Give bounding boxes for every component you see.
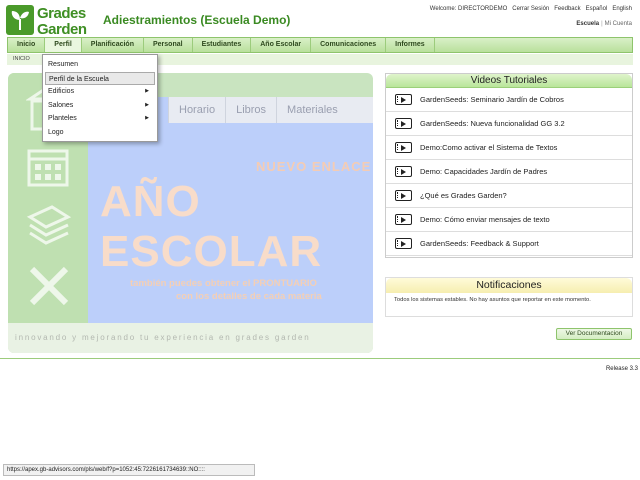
video-tutorials-panel: Videos Tutoriales GardenSeeds: Seminario…: [385, 73, 633, 258]
tutorial-label: ¿Qué es Grades Garden?: [420, 191, 507, 200]
menu-item-label: Perfil de la Escuela: [49, 75, 109, 83]
mi-cuenta-link[interactable]: Mi Cuenta: [605, 21, 632, 27]
video-icon: [395, 142, 412, 153]
welcome-text: Welcome: DIRECTORDEMO: [429, 6, 508, 12]
tutorial-item[interactable]: GardenSeeds: Feedback & Support: [386, 232, 632, 256]
tutorial-item[interactable]: GardenSeeds: Nueva funcionalidad GG 3.2: [386, 112, 632, 136]
nav-perfil[interactable]: Perfil: [45, 38, 82, 52]
notifications-panel: Notificaciones Todos los sistemas establ…: [385, 277, 633, 317]
tutorial-label: Demo:Como activar el Sistema de Textos: [420, 143, 558, 152]
tutorial-item[interactable]: Demo: Capacidades Jardín de Padres: [386, 160, 632, 184]
banner-tab-materiales: Materiales: [276, 97, 348, 123]
tutorial-label: GardenSeeds: Nueva funcionalidad GG 3.2: [420, 119, 565, 128]
banner-tabs: Horario Libros Materiales: [168, 97, 373, 123]
menu-item-perfil-escuela[interactable]: Perfil de la Escuela: [45, 71, 155, 85]
banner-kicker: NUEVO ENLACE: [256, 159, 372, 174]
tutorial-item[interactable]: Demo:Como activar el Sistema de Textos: [386, 136, 632, 160]
video-icon: [395, 238, 412, 249]
calendar-icon: [27, 149, 69, 187]
footer-divider: [0, 358, 640, 359]
nav-inicio[interactable]: Inicio: [8, 38, 46, 52]
video-icon: [395, 94, 412, 105]
tutorial-item[interactable]: Demo: Cómo enviar mensajes de texto: [386, 208, 632, 232]
logout-link[interactable]: Cerrar Sesión: [512, 6, 549, 12]
nav-comunicaciones[interactable]: Comunicaciones: [311, 38, 387, 52]
banner-subtext-1: también puedes obtener el PRONTUARIO: [130, 278, 317, 289]
app-title: Adiestramientos (Escuela Demo): [103, 13, 291, 27]
grades-garden-logo[interactable]: Grades Garden: [6, 5, 94, 37]
nav-informes[interactable]: Informes: [386, 38, 435, 52]
account-switch: Escuela | Mi Cuenta: [576, 21, 632, 27]
menu-item-label: Planteles: [48, 115, 77, 122]
nav-ano-escolar[interactable]: Año Escolar: [251, 38, 312, 52]
pencil-ruler-icon: [29, 266, 69, 306]
link-separator: |: [601, 21, 603, 27]
tutorial-item[interactable]: GardenSeeds: Seminario Jardín de Cobros: [386, 88, 632, 112]
feedback-link[interactable]: Feedback: [554, 6, 580, 12]
tutorial-label: Demo: Capacidades Jardín de Padres: [420, 167, 548, 176]
banner-tab-libros: Libros: [225, 97, 276, 123]
submenu-arrow-icon: ▶: [145, 101, 149, 108]
escuela-link[interactable]: Escuela: [576, 21, 599, 27]
tutorials-title: Videos Tutoriales: [386, 74, 632, 88]
tutorial-item[interactable]: ¿Qué es Grades Garden?: [386, 184, 632, 208]
lang-en-link[interactable]: English: [612, 6, 632, 12]
page: Grades Garden Adiestramientos (Escuela D…: [0, 0, 640, 480]
banner-headline: AÑO ESCOLAR: [100, 177, 323, 276]
top-links: Welcome: DIRECTORDEMO Cerrar Sesión Feed…: [430, 6, 632, 12]
release-version: Release 3.3: [605, 366, 638, 372]
nav-estudiantes[interactable]: Estudiantes: [193, 38, 252, 52]
nav-personal[interactable]: Personal: [144, 38, 193, 52]
submenu-arrow-icon: ▶: [145, 88, 149, 94]
video-icon: [395, 166, 412, 177]
lang-es-link[interactable]: Español: [586, 6, 608, 12]
main-nav: Inicio Perfil Planificación Personal Est…: [7, 37, 633, 53]
brand-line-2: Garden: [37, 21, 87, 38]
menu-item-label: Salones: [48, 101, 74, 109]
video-icon: [395, 190, 412, 201]
nav-planificacion[interactable]: Planificación: [82, 38, 144, 52]
tutorial-label: GardenSeeds: Seminario Jardín de Cobros: [420, 95, 564, 104]
menu-item-label: Logo: [48, 128, 64, 136]
video-icon: [395, 118, 412, 129]
submenu-arrow-icon: ▶: [145, 115, 149, 121]
status-bar-url: https://apex.gb-advisors.com/pls/web/f?p…: [3, 464, 255, 476]
banner-tab-horario: Horario: [168, 97, 225, 123]
menu-item-planteles[interactable]: Planteles ▶: [43, 112, 157, 126]
notifications-title: Notificaciones: [386, 278, 632, 293]
sprout-icon: [6, 5, 34, 35]
menu-item-salones[interactable]: Salones ▶: [43, 99, 157, 113]
video-icon: [395, 214, 412, 225]
menu-item-resumen[interactable]: Resumen: [43, 58, 157, 72]
menu-item-label: Resumen: [48, 61, 78, 68]
menu-item-edificios[interactable]: Edificios ▶: [43, 85, 157, 99]
books-stack-icon: [26, 205, 72, 245]
brand-line-1: Grades: [37, 5, 86, 22]
banner-footer-text: innovando y mejorando tu experiencia en …: [15, 333, 311, 342]
notifications-body: Todos los sistemas estables. No hay asun…: [394, 297, 591, 303]
menu-item-label: Edificios: [48, 88, 75, 95]
ver-documentacion-button[interactable]: Ver Documentacion: [556, 328, 632, 340]
menu-item-logo[interactable]: Logo: [43, 126, 157, 140]
tutorial-label: Demo: Cómo enviar mensajes de texto: [420, 215, 550, 224]
perfil-dropdown-menu: Resumen Perfil de la Escuela Edificios ▶ …: [42, 54, 158, 142]
banner-footer: innovando y mejorando tu experiencia en …: [8, 323, 373, 353]
tutorial-label: GardenSeeds: Feedback & Support: [420, 239, 539, 248]
banner-subtext-2: con los detalles de cada materia: [176, 291, 322, 302]
